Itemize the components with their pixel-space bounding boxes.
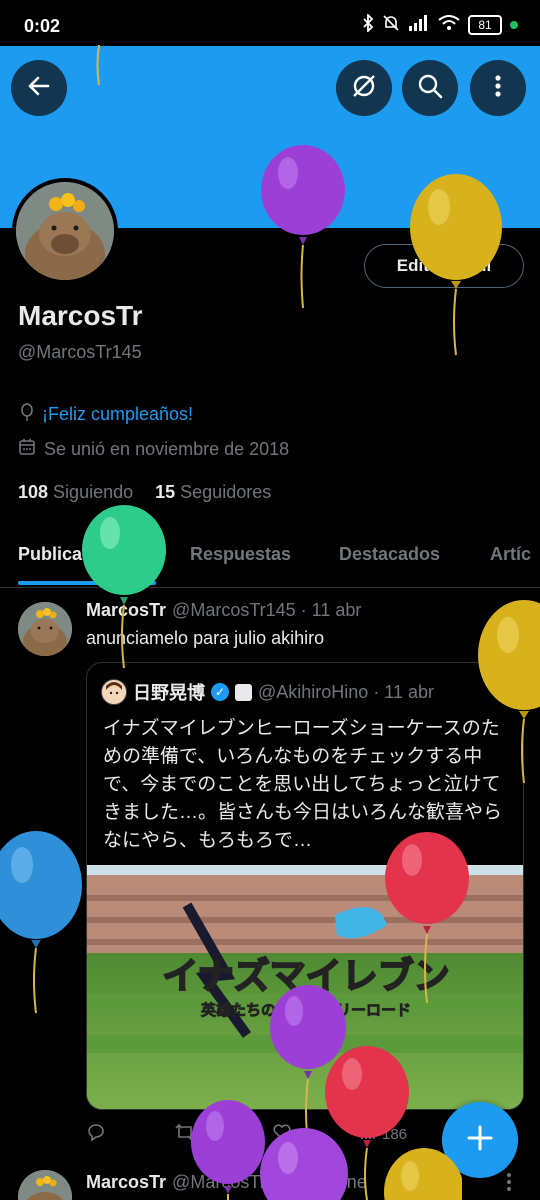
avatar: [16, 182, 114, 280]
birthday-text[interactable]: ¡Feliz cumpleaños!: [42, 404, 193, 425]
followers-link[interactable]: 15 Seguidores: [155, 482, 271, 503]
profile-name: MarcosTr: [18, 300, 143, 331]
signal-icon: [408, 15, 430, 35]
battery-indicator: 81: [468, 15, 502, 35]
bluetooth-icon: [362, 12, 374, 36]
more-icon: [494, 74, 502, 103]
yellow-balloon-icon: [384, 1148, 462, 1200]
red-balloon-icon: [385, 832, 469, 1004]
profile-avatar[interactable]: [12, 178, 118, 284]
mute-icon: [382, 14, 400, 36]
tweet-avatar[interactable]: [18, 602, 72, 656]
reply-icon: [86, 1122, 106, 1146]
purple-balloon-icon: [261, 145, 345, 309]
hide-button[interactable]: [336, 60, 392, 116]
birthday-line: ¡Feliz cumpleaños!: [18, 402, 193, 427]
privacy-dot: [510, 21, 518, 29]
tab-respuestas[interactable]: Respuestas: [190, 544, 291, 565]
profile-handle: @MarcosTr145: [18, 342, 142, 362]
hide-icon: [350, 72, 378, 105]
purple-balloon-icon: [260, 1128, 348, 1200]
tweet-more-icon[interactable]: [506, 1172, 512, 1197]
purple-balloon-icon: [191, 1100, 265, 1200]
quote-author-name: 日野晃博: [133, 683, 205, 703]
status-icons: 81: [362, 12, 518, 36]
quote-header: 日野晃博 ✓ @AkihiroHino · 11 abr: [101, 679, 434, 705]
search-icon: [417, 73, 443, 104]
affiliate-badge-icon: [235, 683, 252, 701]
plus-icon: [466, 1124, 494, 1157]
wifi-icon: [438, 15, 460, 35]
yellow-balloon-icon: [478, 600, 540, 784]
back-arrow-icon: [26, 73, 52, 104]
tab-articulos[interactable]: Artíc: [490, 544, 531, 565]
blue-balloon-icon: [0, 831, 82, 1014]
search-button[interactable]: [402, 60, 458, 116]
balloon-icon: [18, 402, 36, 427]
tab-destacados[interactable]: Destacados: [339, 544, 440, 565]
back-button[interactable]: [11, 60, 67, 116]
status-bar: 0:02 81: [0, 0, 540, 50]
follow-stats: 108 Siguiendo 15 Seguidores: [18, 482, 271, 503]
reply-button[interactable]: [86, 1122, 106, 1146]
quote-handle-date: @AkihiroHino · 11 abr: [258, 681, 435, 702]
following-link[interactable]: 108 Siguiendo: [18, 482, 133, 503]
balloon-string-icon: [96, 45, 100, 86]
yellow-balloon-icon: [410, 174, 502, 356]
joined-text: Se unió en noviembre de 2018: [44, 439, 290, 459]
verified-badge-icon: ✓: [211, 683, 229, 701]
joined-line: Se unió en noviembre de 2018: [18, 438, 289, 461]
tweet-avatar[interactable]: [18, 1170, 72, 1200]
tweet-author-name[interactable]: MarcosTr: [86, 1172, 166, 1192]
status-time: 0:02: [24, 16, 61, 36]
more-button[interactable]: [470, 60, 526, 116]
calendar-icon: [18, 438, 36, 461]
green-balloon-icon: [82, 505, 166, 669]
tweet-handle-date: @MarcosTr145 · 11 abr: [172, 600, 362, 620]
quote-avatar: [101, 679, 127, 705]
